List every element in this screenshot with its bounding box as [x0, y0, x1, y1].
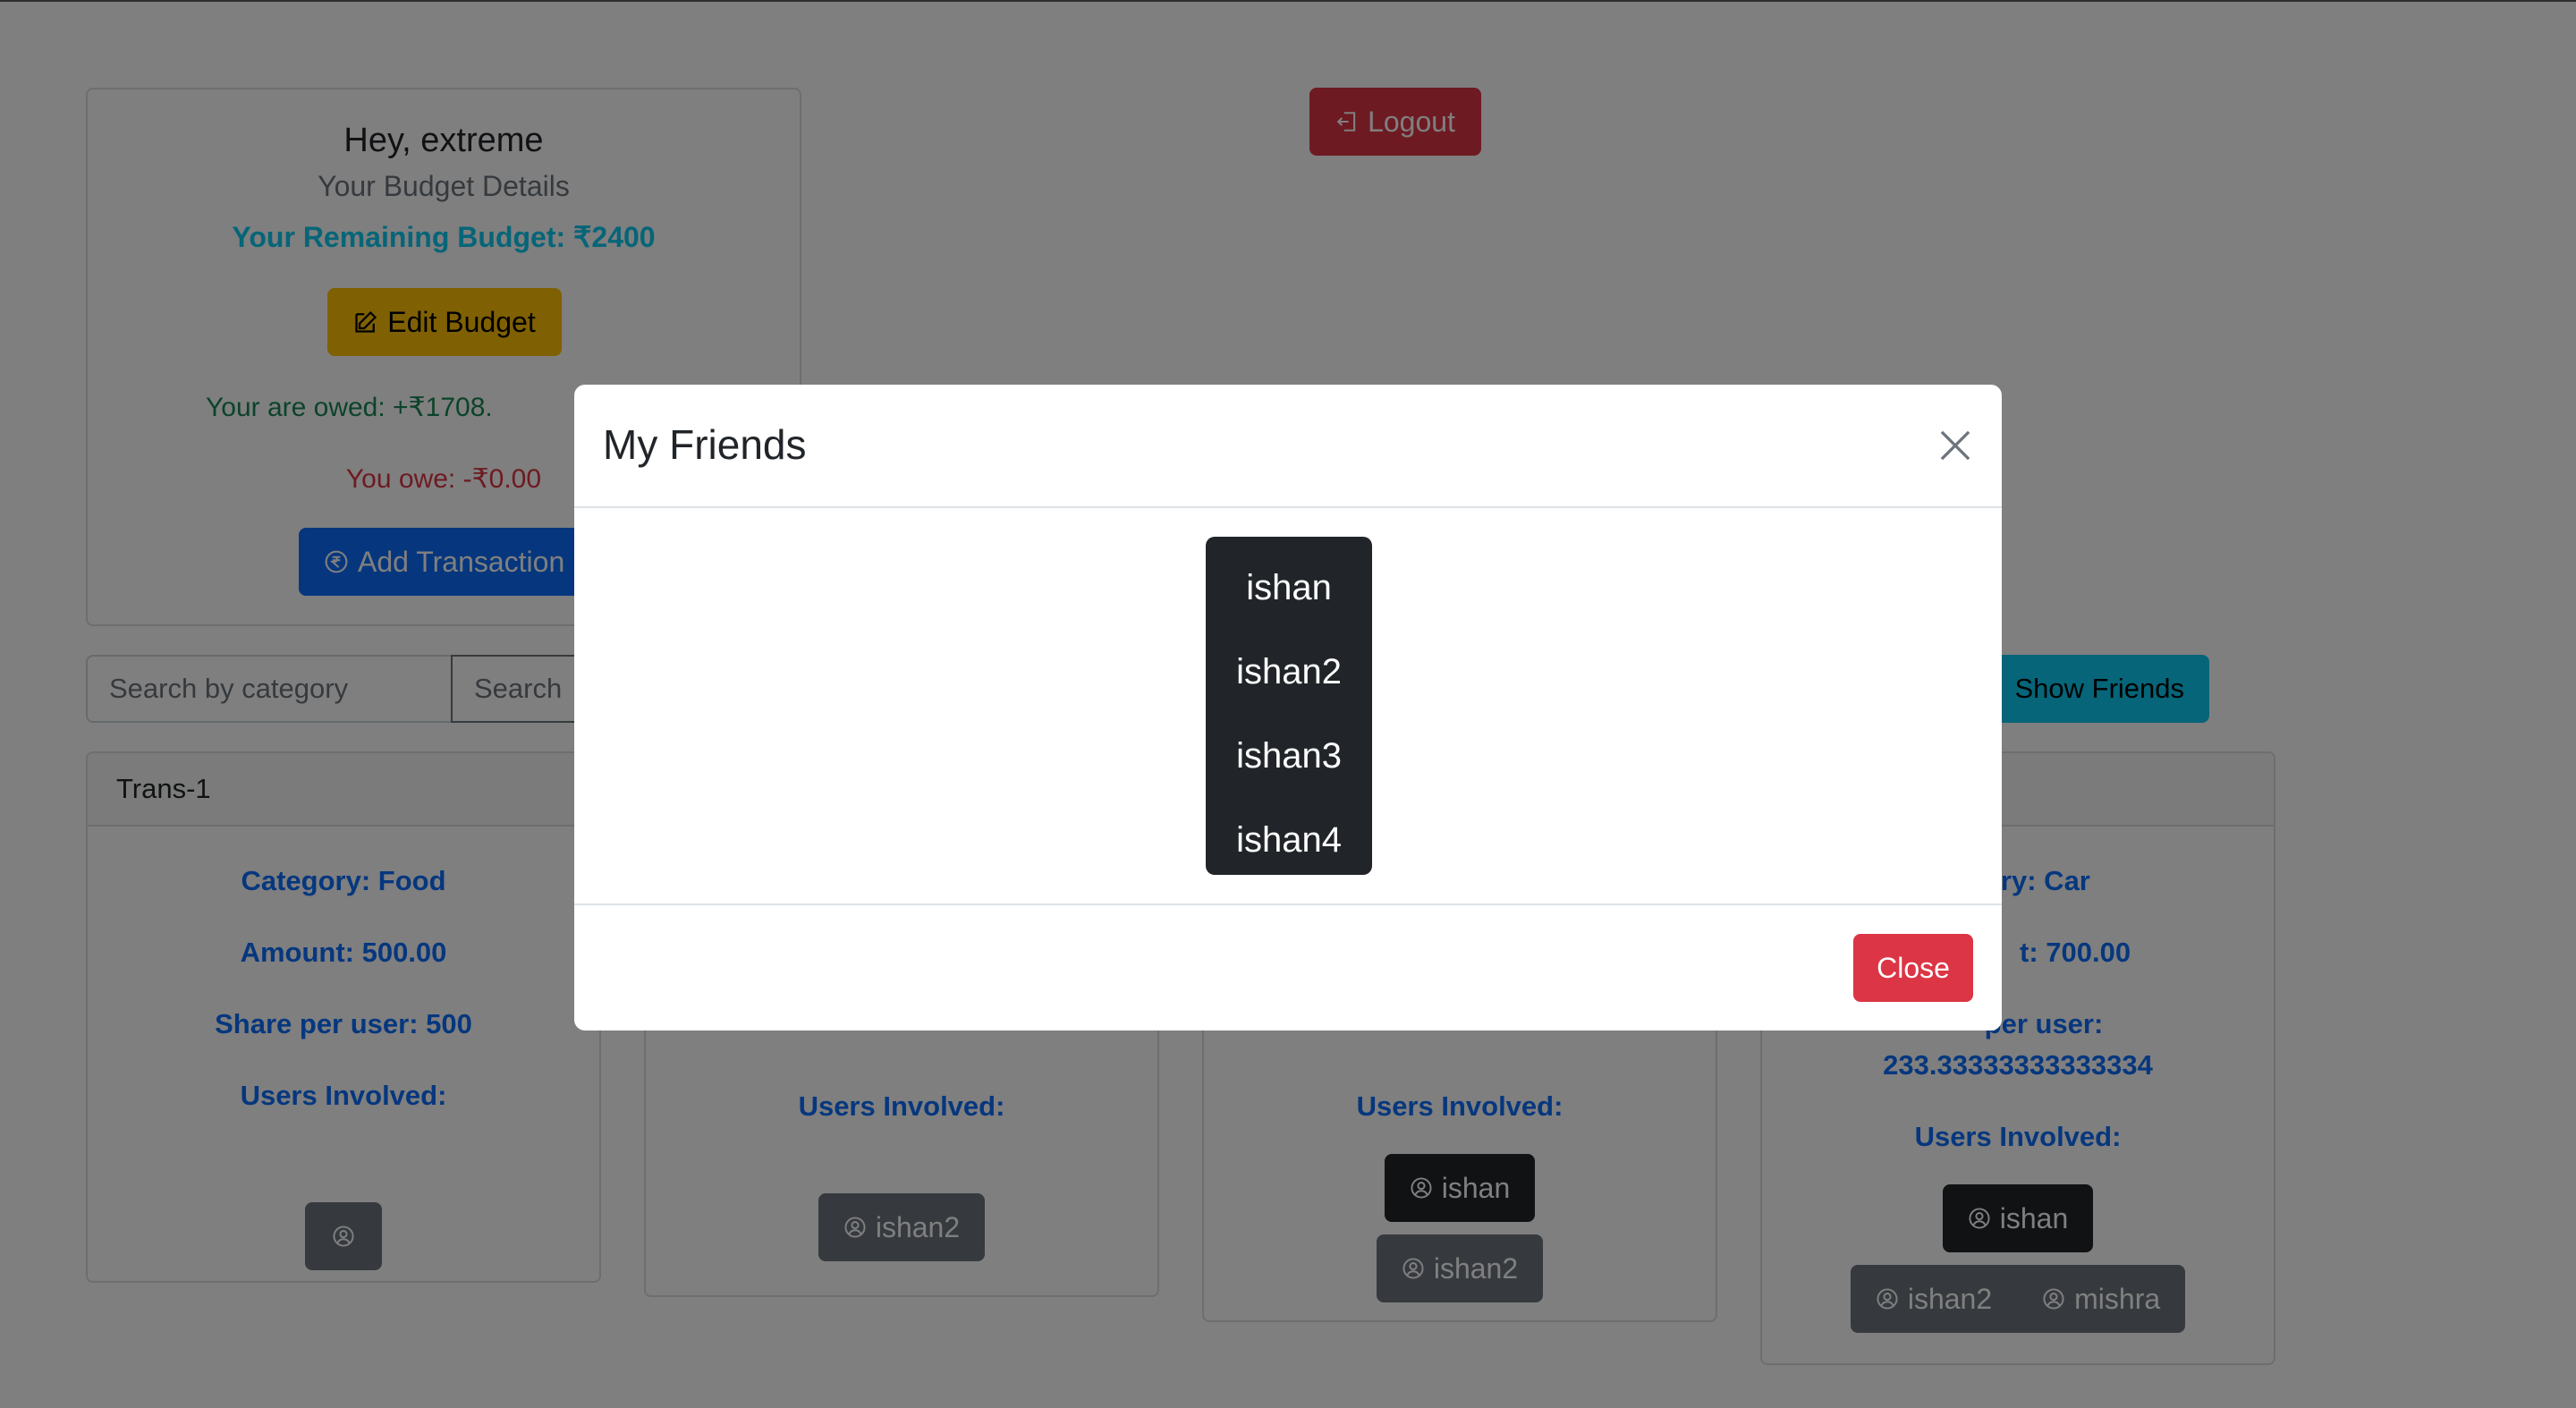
friend-item: ishan: [1246, 567, 1332, 607]
close-icon[interactable]: [1936, 426, 1975, 465]
friend-item: ishan3: [1236, 735, 1342, 776]
modal-body: ishan ishan2 ishan3 ishan4: [574, 508, 2002, 905]
modal-title: My Friends: [603, 421, 807, 468]
friend-item: ishan2: [1236, 651, 1342, 691]
friend-item: ishan4: [1236, 819, 1342, 860]
friends-modal: My Friends ishan ishan2 ishan3 ishan4 Cl…: [574, 385, 2002, 1031]
close-button[interactable]: Close: [1853, 934, 1973, 1002]
friend-list: ishan ishan2 ishan3 ishan4: [1206, 537, 1372, 875]
modal-header: My Friends: [574, 385, 2002, 508]
page: Hey, extreme Your Budget Details Your Re…: [0, 0, 2576, 1408]
